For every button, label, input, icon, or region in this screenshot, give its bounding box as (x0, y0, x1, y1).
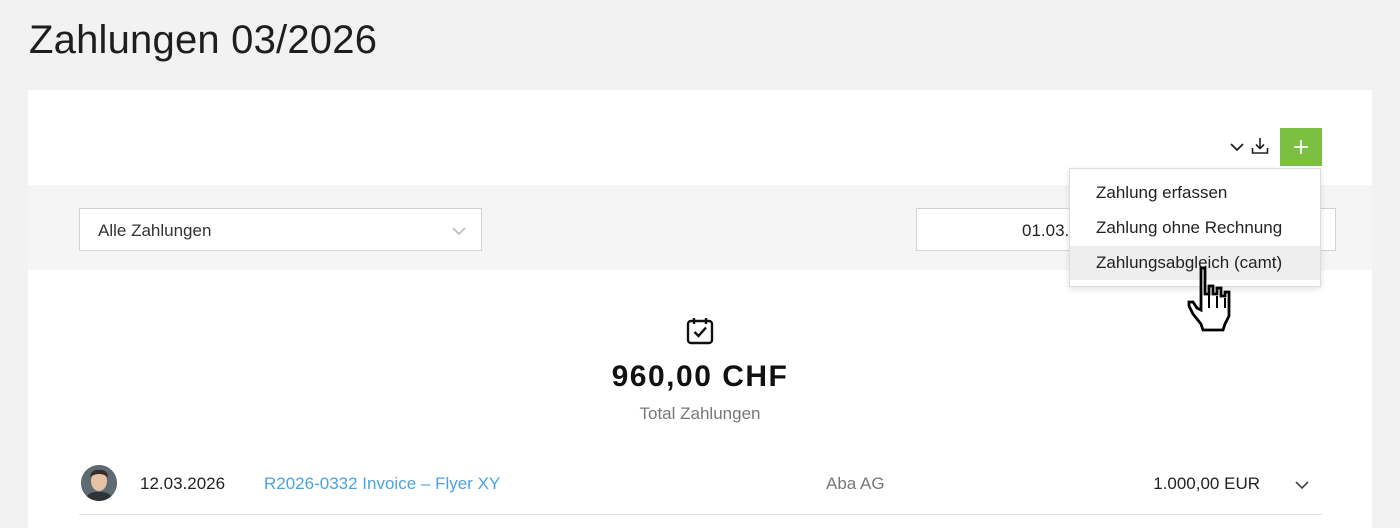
table-row[interactable]: 12.03.2026 R2026-0332 Invoice – Flyer XY… (79, 462, 1322, 515)
payment-filter-value: Alle Zahlungen (98, 221, 212, 240)
avatar (81, 465, 117, 501)
chevron-down-icon[interactable] (1294, 477, 1310, 493)
payment-amount: 1.000,00 EUR (1153, 474, 1260, 493)
payment-date: 12.03.2026 (140, 474, 226, 493)
payments-card: Alle Zahlungen 01.03. 960,00 CHF Total Z… (28, 90, 1372, 528)
calendar-check-icon (686, 318, 714, 345)
hand-cursor-icon (1187, 266, 1231, 332)
customer-name: Aba AG (826, 474, 885, 493)
invoice-link[interactable]: R2026-0332 Invoice – Flyer XY (264, 474, 500, 494)
add-button[interactable] (1280, 128, 1322, 166)
chevron-down-icon (1230, 143, 1244, 152)
date-from-value: 01.03. (1022, 221, 1070, 240)
payment-filter-select[interactable]: Alle Zahlungen (79, 208, 482, 251)
page-title: Zahlungen 03/2026 (29, 18, 378, 62)
total-label: Total Zahlungen (639, 404, 761, 423)
chevron-down-icon (452, 227, 466, 236)
more-options-button[interactable] (1228, 138, 1246, 156)
menu-item-zahlung-erfassen[interactable]: Zahlung erfassen (1070, 176, 1320, 210)
menu-item-zahlung-ohne-rechnung[interactable]: Zahlung ohne Rechnung (1070, 211, 1320, 245)
download-icon (1251, 138, 1269, 154)
download-button[interactable] (1250, 136, 1270, 156)
plus-icon (1294, 140, 1308, 154)
total-amount: 960,00 CHF (611, 360, 789, 393)
